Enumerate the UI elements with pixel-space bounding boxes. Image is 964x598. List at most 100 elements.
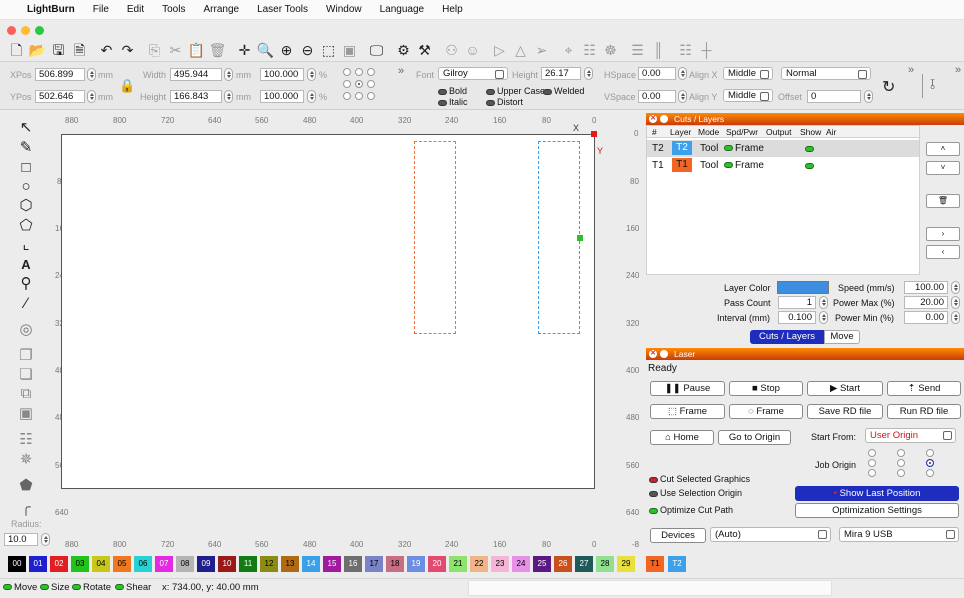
- boolean-subtract-icon[interactable]: ❏: [15, 365, 37, 383]
- text-mode-select[interactable]: Normal: [781, 67, 871, 80]
- palette-swatch-02[interactable]: 02: [50, 556, 68, 572]
- weld-icon[interactable]: ▣: [15, 404, 37, 422]
- monitor-icon[interactable]: 🖵: [367, 40, 386, 59]
- menu-edit[interactable]: Edit: [118, 4, 153, 15]
- palette-swatch-07[interactable]: 07: [155, 556, 173, 572]
- palette-swatch-19[interactable]: 19: [407, 556, 425, 572]
- move-layer-up-button[interactable]: ˄: [926, 142, 960, 156]
- measure-ruler-icon[interactable]: ∕: [15, 294, 37, 312]
- dock2-icon[interactable]: ┼: [697, 40, 716, 59]
- bold-toggle[interactable]: Bold: [438, 86, 467, 96]
- start-from-select[interactable]: User Origin: [865, 428, 956, 443]
- expand-chevron-icon-2[interactable]: »: [908, 64, 914, 76]
- dock-handle-icon[interactable]: ⫱: [930, 76, 935, 93]
- selection-handle[interactable]: [577, 235, 583, 241]
- uppercase-toggle[interactable]: Upper Case: [486, 86, 545, 96]
- start-button[interactable]: ▶ Start: [807, 381, 883, 396]
- palette-swatch-04[interactable]: 04: [92, 556, 110, 572]
- job-origin-radio-ml[interactable]: [868, 459, 876, 467]
- align-icon[interactable]: ☷: [580, 40, 599, 59]
- scale-height-spinner[interactable]: [307, 90, 316, 103]
- copy-icon[interactable]: ⎘: [145, 40, 164, 59]
- float-icon[interactable]: [660, 350, 668, 358]
- position-pin-icon[interactable]: ⚲: [15, 274, 37, 292]
- palette-swatch-24[interactable]: 24: [512, 556, 530, 572]
- menu-help[interactable]: Help: [433, 4, 472, 15]
- menu-laser-tools[interactable]: Laser Tools: [248, 4, 317, 15]
- tab-move[interactable]: Move: [824, 330, 860, 344]
- new-file-icon[interactable]: 🗋: [7, 40, 26, 59]
- work-area[interactable]: [61, 134, 595, 489]
- window-zoom-button[interactable]: [35, 26, 44, 35]
- table-row[interactable]: T2 T2 Tool Frame: [647, 140, 919, 157]
- zoom-in-icon[interactable]: ⊕: [277, 40, 296, 59]
- width-field[interactable]: 495.944: [170, 68, 222, 81]
- menu-arrange[interactable]: Arrange: [194, 4, 248, 15]
- send-button[interactable]: ⇡ Send: [887, 381, 961, 396]
- interval-spinner[interactable]: [819, 311, 828, 324]
- xpos-field[interactable]: 506.899: [35, 68, 85, 81]
- interval-field[interactable]: 0.100: [778, 311, 816, 324]
- vspace-field[interactable]: 0.00: [638, 90, 676, 103]
- palette-swatch-13[interactable]: 13: [281, 556, 299, 572]
- palette-swatch-01[interactable]: 01: [29, 556, 47, 572]
- palette-swatch-14[interactable]: 14: [302, 556, 320, 572]
- window-close-button[interactable]: [7, 26, 16, 35]
- job-origin-radio-center[interactable]: [897, 459, 905, 467]
- corner-icon[interactable]: ⌞: [15, 235, 37, 253]
- delete-layer-button[interactable]: 🗑: [926, 194, 960, 208]
- move-toggle[interactable]: Move: [3, 579, 37, 597]
- device-select[interactable]: Mira 9 USB: [839, 527, 959, 542]
- power-max-field[interactable]: 20.00: [904, 296, 948, 309]
- dock-icon[interactable]: ☷: [676, 40, 695, 59]
- apply-path-icon[interactable]: ↻: [882, 77, 895, 97]
- ypos-field[interactable]: 502.646: [35, 90, 85, 103]
- palette-swatch-26[interactable]: 26: [554, 556, 572, 572]
- ypos-spinner[interactable]: [87, 90, 96, 103]
- palette-swatch-t1[interactable]: T1: [646, 556, 664, 572]
- origin-radio-bl[interactable]: [343, 92, 351, 100]
- palette-swatch-29[interactable]: 29: [617, 556, 635, 572]
- origin-radio-br[interactable]: [367, 92, 375, 100]
- settings-gear-icon[interactable]: ⚙: [394, 40, 413, 59]
- save-rd-button[interactable]: Save RD file: [807, 404, 883, 419]
- align-x-select[interactable]: Middle: [723, 67, 773, 80]
- origin-radio-tr[interactable]: [367, 68, 375, 76]
- job-origin-radio-bc[interactable]: [897, 469, 905, 477]
- save-icon[interactable]: 🖫: [49, 40, 68, 59]
- cut-icon[interactable]: ✂: [166, 40, 185, 59]
- save-as-icon[interactable]: 🗎: [70, 40, 89, 59]
- prev-layer-button[interactable]: ‹: [926, 245, 960, 259]
- job-origin-radio-tl[interactable]: [868, 449, 876, 457]
- speed-field[interactable]: 100.00: [904, 281, 948, 294]
- text-icon[interactable]: A: [15, 255, 37, 273]
- power-min-spinner[interactable]: [951, 311, 960, 324]
- pen-icon[interactable]: ✎: [15, 138, 37, 156]
- grid-array-icon[interactable]: ☷: [15, 430, 37, 448]
- distort-toggle[interactable]: Distort: [486, 97, 523, 107]
- align-y-select[interactable]: Middle: [723, 89, 773, 102]
- optimize-cut-path-toggle[interactable]: Optimize Cut Path: [649, 505, 733, 515]
- origin-radio-tl[interactable]: [343, 68, 351, 76]
- ungroup-icon[interactable]: ☺: [463, 40, 482, 59]
- font-select[interactable]: Gilroy: [438, 67, 508, 80]
- palette-swatch-20[interactable]: 20: [428, 556, 446, 572]
- tools-icon[interactable]: ⚒: [415, 40, 434, 59]
- polygon-icon[interactable]: ⬡: [15, 196, 37, 214]
- origin-radio-center[interactable]: [355, 80, 363, 88]
- open-folder-icon[interactable]: 📂: [28, 40, 47, 59]
- align2-icon[interactable]: ☸: [601, 40, 620, 59]
- job-origin-radio-tr[interactable]: [926, 449, 934, 457]
- origin-radio-bc[interactable]: [355, 92, 363, 100]
- palette-swatch-22[interactable]: 22: [470, 556, 488, 572]
- pause-button[interactable]: ❚❚ Pause: [650, 381, 725, 396]
- frame-circle-button[interactable]: ◌ Frame: [729, 404, 803, 419]
- paste-icon[interactable]: 📋: [187, 40, 206, 59]
- port-select[interactable]: (Auto): [710, 527, 831, 542]
- distribute2-icon[interactable]: ║: [649, 40, 668, 59]
- palette-swatch-12[interactable]: 12: [260, 556, 278, 572]
- job-origin-radio-br[interactable]: [926, 469, 934, 477]
- scale-width-field[interactable]: 100.000: [260, 68, 304, 81]
- close-icon[interactable]: ✕: [649, 350, 657, 358]
- devices-button[interactable]: Devices: [650, 528, 706, 543]
